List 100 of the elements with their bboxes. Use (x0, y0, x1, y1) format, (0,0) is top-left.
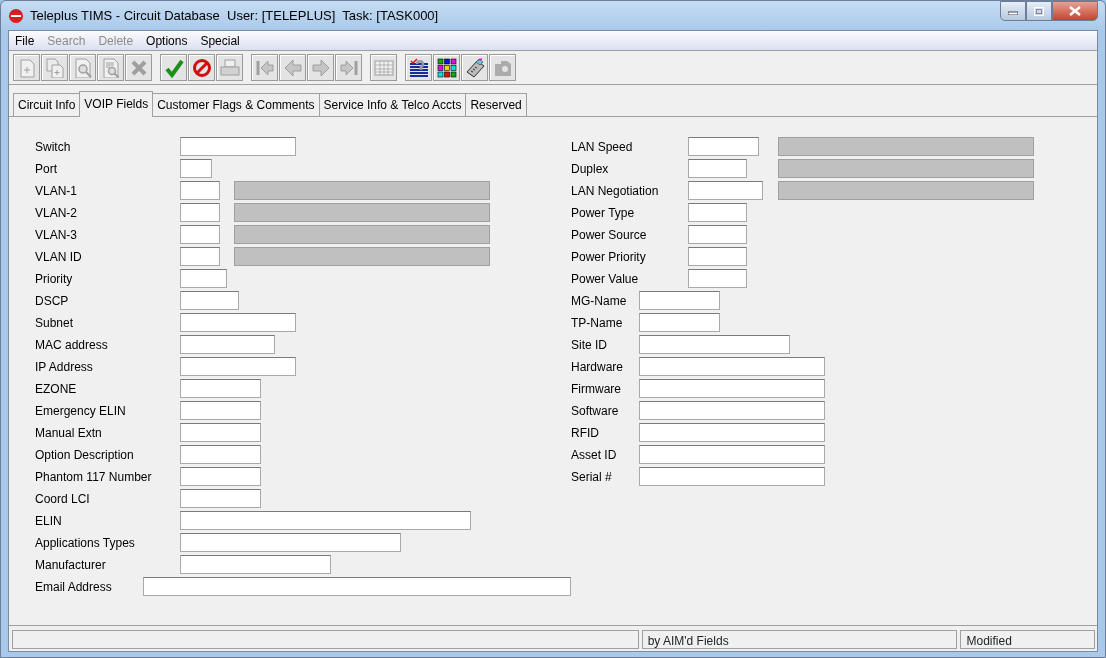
field-label: Email Address (35, 578, 113, 596)
close-icon (1069, 6, 1081, 16)
app-logo-icon (8, 7, 24, 24)
status-text: Modified (960, 630, 1095, 649)
input-field[interactable] (180, 247, 220, 266)
input-field[interactable] (180, 489, 261, 508)
field-label: Hardware (571, 358, 625, 376)
tab[interactable]: Reserved (465, 93, 527, 116)
toolbar-button[interactable] (405, 54, 432, 81)
field-label: Option Description (35, 446, 135, 464)
field-label: ELIN (35, 512, 63, 530)
field-label: Software (571, 402, 620, 420)
field-label: Duplex (571, 160, 610, 178)
input-field[interactable] (180, 511, 471, 530)
input-field[interactable] (180, 357, 296, 376)
input-field[interactable] (639, 467, 825, 486)
input-field[interactable] (180, 225, 220, 244)
field-label: EZONE (35, 380, 78, 398)
toolbar-button[interactable] (188, 54, 215, 81)
field-label: Emergency ELIN (35, 402, 127, 420)
minimize-button[interactable] (1000, 1, 1026, 21)
input-field[interactable] (688, 181, 763, 200)
table-icon (373, 57, 394, 78)
field-label: MAC address (35, 336, 109, 354)
field-label: Serial # (571, 468, 613, 486)
input-field[interactable] (180, 445, 261, 464)
tab[interactable]: Circuit Info (13, 93, 81, 116)
status-text: by AIM'd Fields (641, 630, 958, 649)
printer-icon (219, 57, 240, 78)
field-label: Power Priority (571, 248, 647, 266)
maximize-button[interactable] (1026, 1, 1052, 21)
question-list-icon (408, 57, 429, 78)
toolbar-button[interactable] (461, 54, 488, 81)
field-label: RFID (571, 424, 600, 442)
menu-item[interactable]: Options (146, 31, 195, 50)
field-label: Power Value (571, 270, 640, 288)
input-field[interactable] (688, 269, 747, 288)
input-field[interactable] (639, 401, 825, 420)
field-label: DSCP (35, 292, 70, 310)
field-label: LAN Speed (571, 138, 634, 156)
input-field[interactable] (180, 159, 212, 178)
menu-item[interactable]: File (15, 31, 42, 50)
input-field[interactable] (180, 533, 401, 552)
field-label: Phantom 117 Number (35, 468, 153, 486)
input-field[interactable] (639, 335, 790, 354)
input-field[interactable] (639, 423, 825, 442)
field-label: Coord LCI (35, 490, 91, 508)
input-field[interactable] (180, 401, 261, 420)
input-field[interactable] (688, 159, 747, 178)
window-title: Teleplus TIMS - Circuit Database User: [TELEPLUS] Task: [TASK000] (30, 6, 439, 25)
magnifier-document-icon (72, 57, 93, 78)
field-label: Power Source (571, 226, 648, 244)
field-label: VLAN ID (35, 248, 83, 266)
field-label: VLAN-3 (35, 226, 79, 244)
arrow-right-icon (310, 57, 331, 78)
field-label: TP-Name (571, 314, 624, 332)
field-label: VLAN-2 (35, 204, 79, 222)
input-field[interactable] (180, 379, 261, 398)
input-field[interactable] (688, 137, 759, 156)
field-label: Applications Types (35, 534, 136, 552)
field-label: Manual Extn (35, 424, 103, 442)
maximize-icon (1034, 6, 1044, 16)
field-label: Port (35, 160, 58, 178)
arrow-left-icon (282, 57, 303, 78)
input-field[interactable] (180, 291, 239, 310)
input-field[interactable] (639, 379, 825, 398)
field-label: Firmware (571, 380, 622, 398)
input-field[interactable] (639, 291, 720, 310)
input-field[interactable] (639, 313, 720, 332)
input-field[interactable] (180, 181, 220, 200)
input-field[interactable] (180, 335, 275, 354)
close-button[interactable] (1052, 1, 1098, 21)
checkmark-icon (163, 57, 184, 78)
field-label: Asset ID (571, 446, 618, 464)
input-field[interactable] (143, 577, 571, 596)
field-label: Power Type (571, 204, 636, 222)
input-field[interactable] (688, 225, 747, 244)
magnifier-document-icon (100, 57, 121, 78)
field-label: MG-Name (571, 292, 628, 310)
handheld-device-icon (464, 57, 485, 78)
field-label: Manufacturer (35, 556, 107, 574)
input-field[interactable] (639, 445, 825, 464)
input-field[interactable] (180, 467, 261, 486)
input-field[interactable] (180, 313, 296, 332)
input-field[interactable] (180, 203, 220, 222)
input-field[interactable] (688, 247, 747, 266)
toolbar-button[interactable] (433, 54, 460, 81)
input-field[interactable] (180, 423, 261, 442)
tab[interactable]: VOIP Fields (79, 91, 154, 117)
grid-icon (436, 57, 457, 78)
field-label: VLAN-1 (35, 182, 79, 200)
input-field[interactable] (639, 357, 825, 376)
documents-icon (44, 57, 65, 78)
input-field[interactable] (688, 203, 747, 222)
input-field[interactable] (180, 137, 296, 156)
input-field[interactable] (180, 555, 331, 574)
input-field[interactable] (180, 269, 227, 288)
field-label: Site ID (571, 336, 608, 354)
field-label: Switch (35, 138, 72, 156)
menu-item[interactable]: Special (200, 31, 247, 50)
